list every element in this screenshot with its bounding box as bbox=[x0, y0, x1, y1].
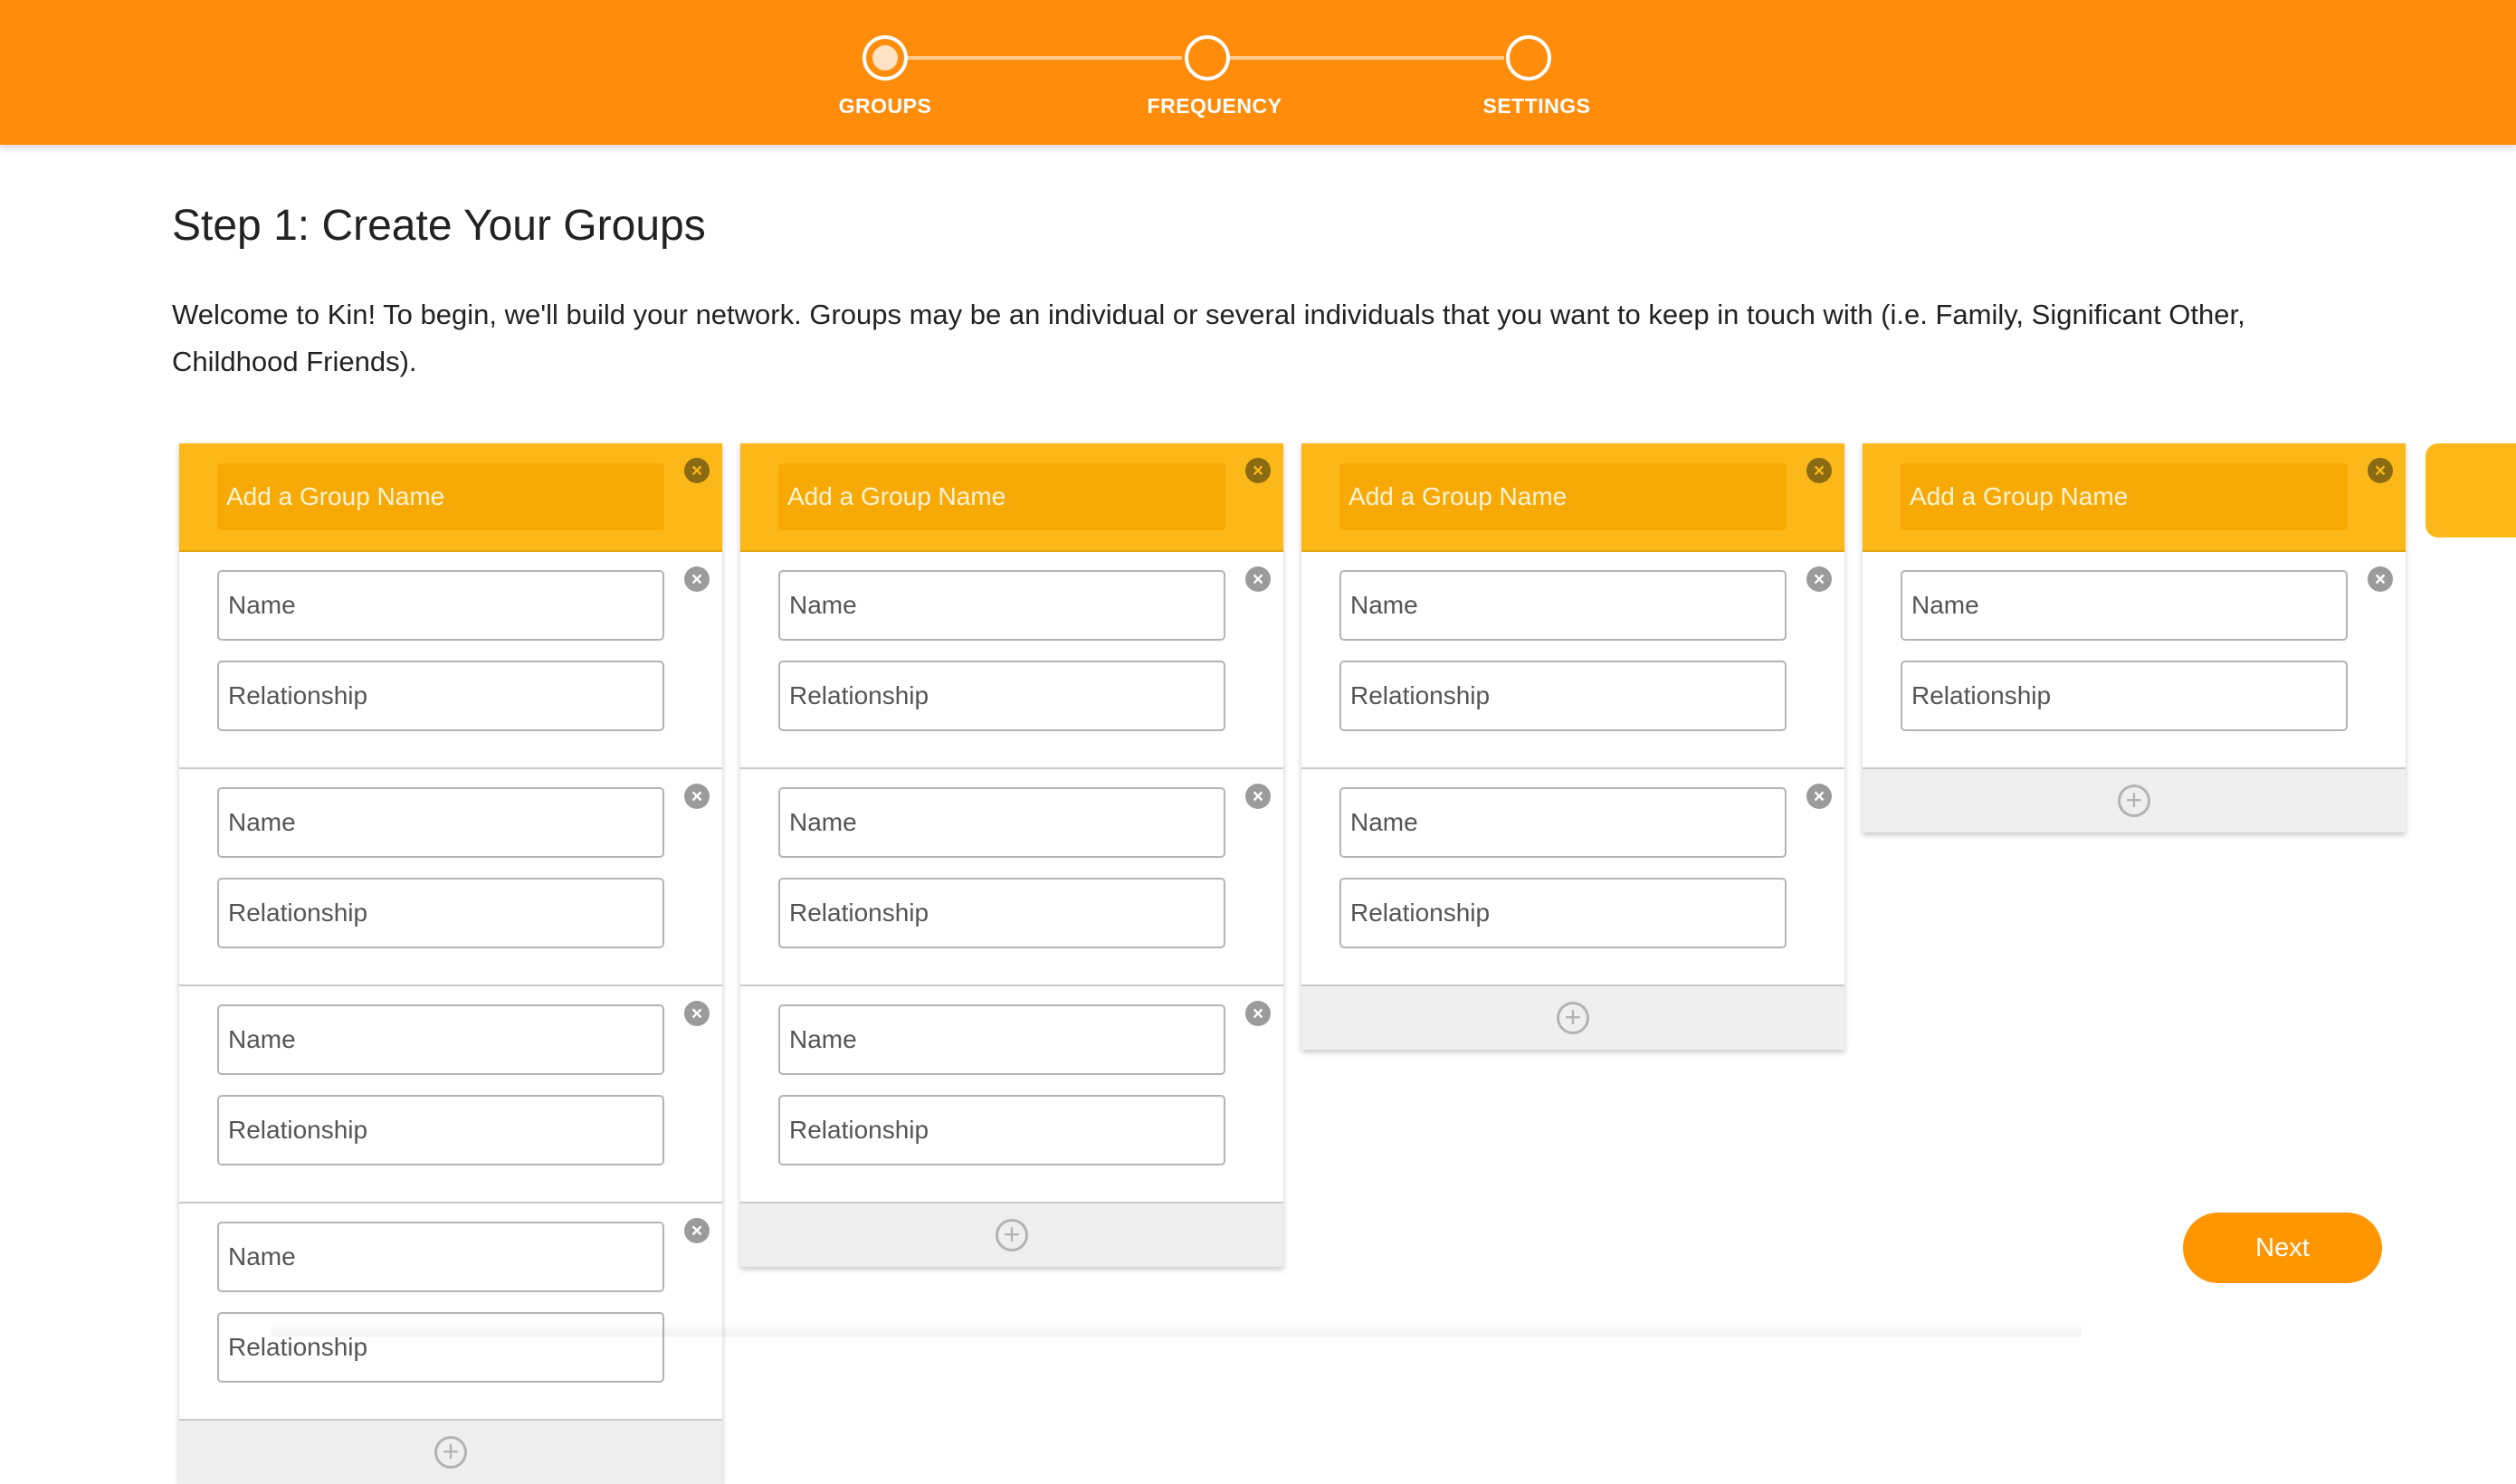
remove-member-icon[interactable]: × bbox=[1245, 784, 1271, 809]
member-name-input[interactable] bbox=[1339, 787, 1787, 858]
remove-member-icon[interactable]: × bbox=[684, 784, 710, 809]
plus-circle-icon[interactable]: + bbox=[434, 1436, 467, 1469]
step-groups-indicator[interactable] bbox=[862, 35, 908, 81]
member-relationship-input[interactable] bbox=[1339, 661, 1787, 731]
member-name-input[interactable] bbox=[217, 570, 664, 641]
step-settings-indicator[interactable] bbox=[1506, 35, 1551, 81]
member-row: × bbox=[179, 769, 722, 986]
member-relationship-input[interactable] bbox=[778, 1095, 1225, 1165]
add-member-row[interactable]: + bbox=[1301, 986, 1844, 1050]
intro-text: Welcome to Kin! To begin, we'll build yo… bbox=[172, 299, 2245, 377]
group-header: × bbox=[740, 443, 1283, 552]
remove-group-icon[interactable]: × bbox=[2368, 458, 2393, 483]
group-card: × × × × + bbox=[740, 443, 1283, 1267]
group-name-input[interactable] bbox=[1339, 463, 1787, 530]
member-row: × bbox=[740, 769, 1283, 986]
bottom-shadow bbox=[272, 1321, 2082, 1337]
group-header: × bbox=[1863, 443, 2406, 552]
member-name-input[interactable] bbox=[217, 1222, 664, 1292]
group-header: × bbox=[179, 443, 722, 552]
member-row: × bbox=[740, 986, 1283, 1203]
page-title: Step 1: Create Your Groups bbox=[172, 202, 706, 250]
member-name-input[interactable] bbox=[217, 1004, 664, 1075]
member-name-input[interactable] bbox=[1339, 570, 1787, 641]
group-name-input[interactable] bbox=[217, 463, 664, 530]
member-name-input[interactable] bbox=[217, 787, 664, 858]
group-card: × × × + bbox=[1301, 443, 1844, 1050]
group-name-input[interactable] bbox=[1901, 463, 2348, 530]
member-row: × bbox=[1301, 552, 1844, 769]
step-groups-label: GROUPS bbox=[838, 94, 932, 118]
remove-member-icon[interactable]: × bbox=[684, 1218, 710, 1243]
member-name-input[interactable] bbox=[778, 787, 1225, 858]
step-settings-label: SETTINGS bbox=[1482, 94, 1591, 118]
remove-member-icon[interactable]: × bbox=[684, 566, 710, 592]
next-button[interactable]: Next bbox=[2183, 1213, 2382, 1283]
stepper-line bbox=[907, 56, 1182, 60]
member-row: × bbox=[179, 552, 722, 769]
remove-member-icon[interactable]: × bbox=[1245, 1001, 1271, 1026]
group-name-input[interactable] bbox=[778, 463, 1225, 530]
remove-group-icon[interactable]: × bbox=[1806, 458, 1832, 483]
add-member-row[interactable]: + bbox=[179, 1421, 722, 1484]
member-relationship-input[interactable] bbox=[217, 878, 664, 948]
member-row: × bbox=[179, 986, 722, 1203]
remove-member-icon[interactable]: × bbox=[1806, 566, 1832, 592]
progress-header: GROUPS FREQUENCY SETTINGS bbox=[0, 0, 2516, 145]
member-row: × bbox=[740, 552, 1283, 769]
plus-circle-icon[interactable]: + bbox=[2118, 785, 2150, 817]
remove-group-icon[interactable]: × bbox=[684, 458, 710, 483]
member-row: × bbox=[1301, 769, 1844, 986]
group-card: × × + bbox=[1863, 443, 2406, 832]
member-name-input[interactable] bbox=[1901, 570, 2348, 641]
remove-member-icon[interactable]: × bbox=[1245, 566, 1271, 592]
step-frequency-label: FREQUENCY bbox=[1147, 94, 1282, 118]
member-name-input[interactable] bbox=[778, 1004, 1225, 1075]
member-row: × bbox=[179, 1203, 722, 1421]
plus-circle-icon[interactable]: + bbox=[996, 1219, 1028, 1251]
remove-group-icon[interactable]: × bbox=[1245, 458, 1271, 483]
member-relationship-input[interactable] bbox=[778, 661, 1225, 731]
remove-member-icon[interactable]: × bbox=[1806, 784, 1832, 809]
stepper-line bbox=[1229, 56, 1504, 60]
member-relationship-input[interactable] bbox=[778, 878, 1225, 948]
group-header: × bbox=[1301, 443, 1844, 552]
remove-member-icon[interactable]: × bbox=[684, 1001, 710, 1026]
step-frequency-indicator[interactable] bbox=[1185, 35, 1230, 81]
member-name-input[interactable] bbox=[778, 570, 1225, 641]
next-group-card-peek[interactable] bbox=[2425, 443, 2516, 537]
member-row: × bbox=[1863, 552, 2406, 769]
add-member-row[interactable]: + bbox=[740, 1203, 1283, 1267]
member-relationship-input[interactable] bbox=[1339, 878, 1787, 948]
member-relationship-input[interactable] bbox=[217, 661, 664, 731]
remove-member-icon[interactable]: × bbox=[2368, 566, 2393, 592]
member-relationship-input[interactable] bbox=[217, 1095, 664, 1165]
member-relationship-input[interactable] bbox=[1901, 661, 2348, 731]
plus-circle-icon[interactable]: + bbox=[1557, 1002, 1589, 1034]
add-member-row[interactable]: + bbox=[1863, 769, 2406, 832]
